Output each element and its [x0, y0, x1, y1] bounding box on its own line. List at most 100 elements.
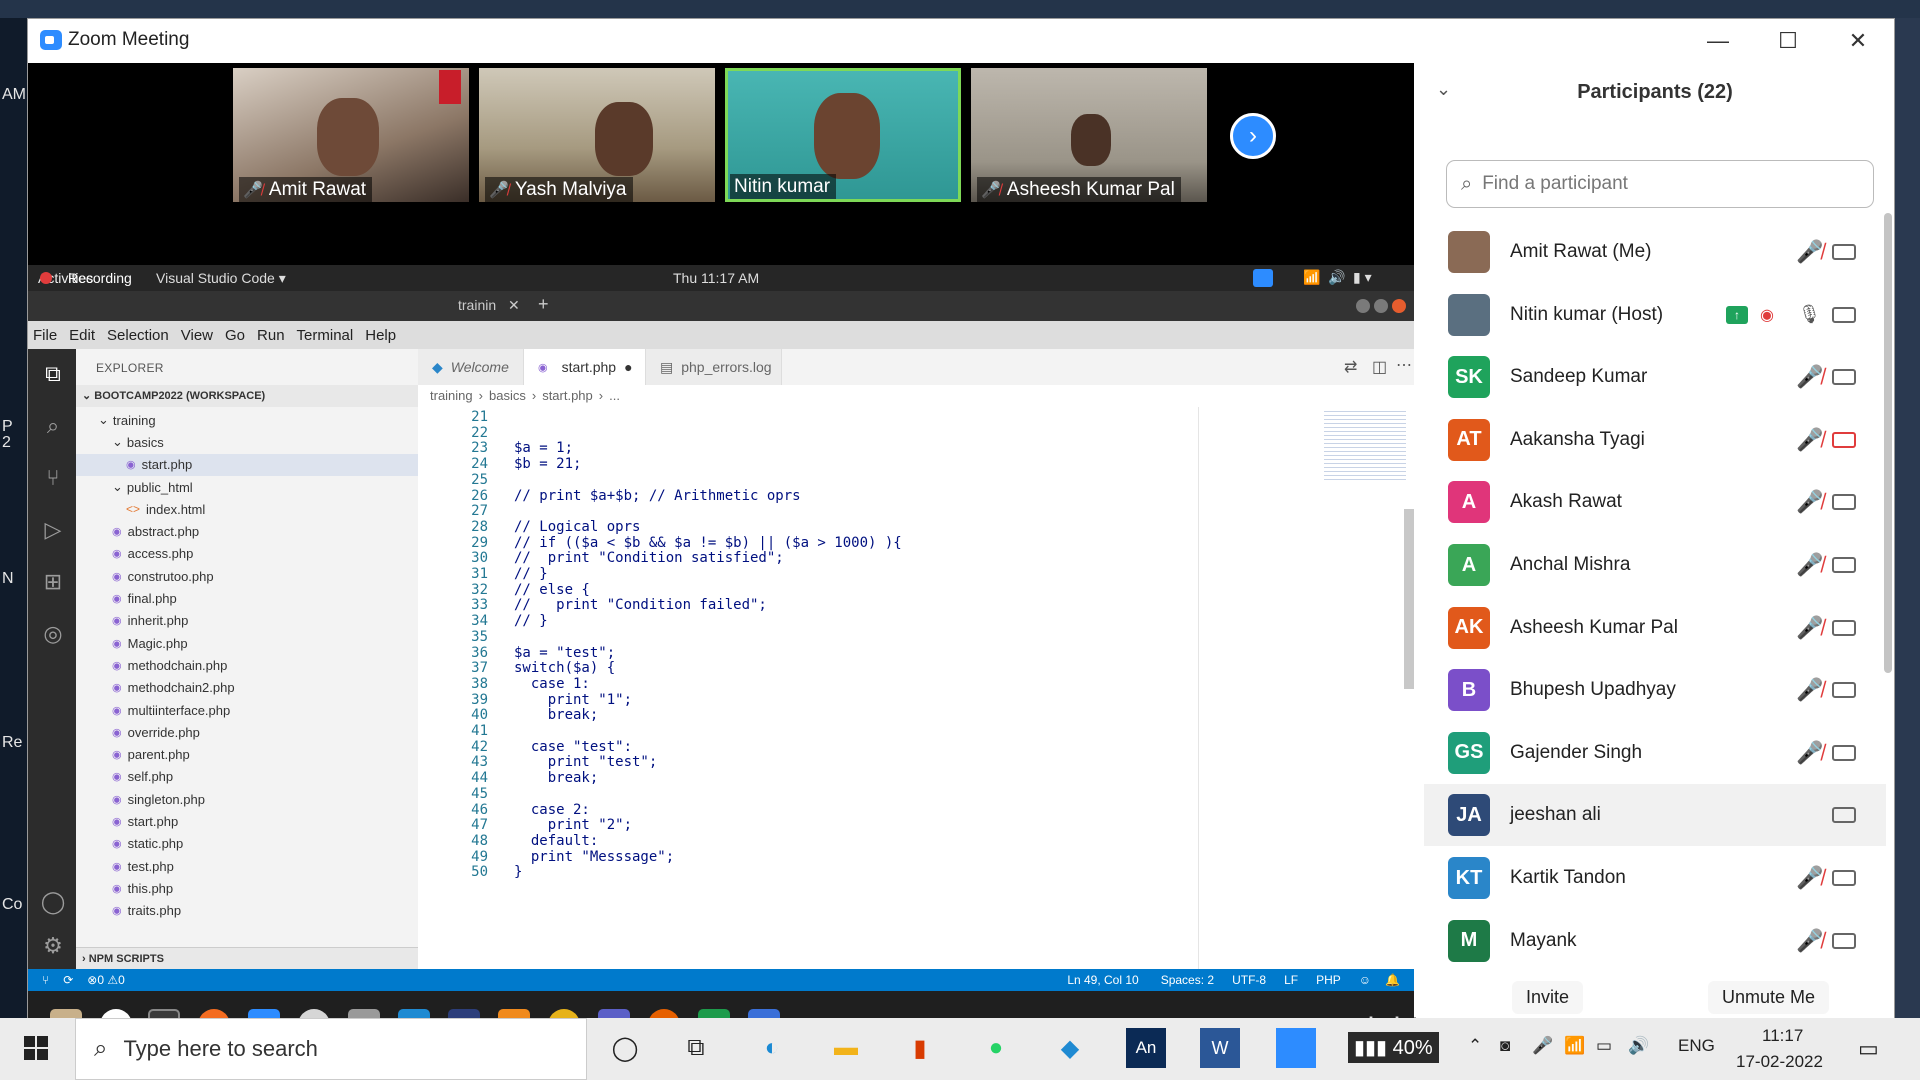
remote-status-icon[interactable]: ⑂: [42, 973, 49, 987]
account-icon[interactable]: ◯: [40, 889, 66, 915]
participant-row[interactable]: M Mayank 🎤̸: [1424, 910, 1886, 972]
participant-search[interactable]: ⌕: [1446, 160, 1874, 208]
tree-file[interactable]: ◉ self.php: [76, 766, 418, 788]
whatsapp-icon[interactable]: ●: [976, 1028, 1016, 1068]
tree-file[interactable]: ◉ parent.php: [76, 743, 418, 765]
breadcrumb-item[interactable]: start.php: [542, 388, 593, 404]
participant-row[interactable]: A Akash Rawat 🎤̸: [1424, 471, 1886, 533]
video-tile[interactable]: 🎤̸ Amit Rawat: [233, 68, 469, 202]
extensions-icon[interactable]: ⊞: [40, 569, 66, 595]
menu-run[interactable]: Run: [257, 327, 285, 344]
mic-muted-icon[interactable]: 🎤̸: [1796, 740, 1823, 766]
video-icon[interactable]: [1832, 932, 1856, 949]
next-page-button[interactable]: ›: [1230, 113, 1276, 159]
video-icon[interactable]: [1832, 807, 1856, 824]
participant-row[interactable]: GS Gajender Singh 🎤̸: [1424, 722, 1886, 784]
video-off-icon[interactable]: [1832, 431, 1856, 448]
tab-welcome[interactable]: ◆ Welcome: [418, 349, 524, 385]
minimize-button[interactable]: —: [1683, 19, 1753, 63]
mic-muted-icon[interactable]: 🎤̸: [1796, 928, 1823, 954]
notifications-icon[interactable]: 🔔: [1385, 973, 1400, 987]
editor-scrollbar[interactable]: [1404, 509, 1414, 689]
participant-scrollbar[interactable]: [1884, 213, 1892, 673]
participant-row[interactable]: AK Asheesh Kumar Pal 🎤̸: [1424, 597, 1886, 659]
file-explorer-icon[interactable]: ▬: [826, 1028, 866, 1068]
tree-file[interactable]: ◉ start.php: [76, 810, 418, 832]
menu-help[interactable]: Help: [365, 327, 396, 344]
menu-edit[interactable]: Edit: [69, 327, 95, 344]
menu-terminal[interactable]: Terminal: [297, 327, 354, 344]
mic-muted-icon[interactable]: 🎤̸: [1796, 677, 1823, 703]
maximize-button[interactable]: ☐: [1753, 19, 1823, 63]
breadcrumb-item[interactable]: training: [430, 388, 473, 404]
tree-file[interactable]: ◉ multiinterface.php: [76, 699, 418, 721]
taskbar-search[interactable]: ⌕ Type here to search: [75, 1018, 587, 1080]
tray-chevron-icon[interactable]: ⌃: [1468, 1036, 1482, 1056]
video-icon[interactable]: [1832, 744, 1856, 761]
video-icon[interactable]: [1832, 557, 1856, 573]
tree-folder[interactable]: ⌄ public_html: [76, 476, 418, 498]
clock-date[interactable]: 17-02-2022: [1736, 1052, 1823, 1072]
mic-muted-icon[interactable]: 🎤̸: [1796, 364, 1823, 390]
indentation[interactable]: Spaces: 2: [1161, 973, 1214, 987]
tray-wifi-icon[interactable]: 📶: [1564, 1036, 1585, 1056]
language-indicator[interactable]: ENG: [1678, 1036, 1715, 1056]
tree-file[interactable]: <> index.html: [76, 498, 418, 520]
participant-row[interactable]: AT Aakansha Tyagi 🎤̸: [1424, 409, 1886, 471]
video-tile[interactable]: 🎤̸ Asheesh Kumar Pal: [971, 68, 1207, 202]
settings-gear-icon[interactable]: ⚙: [40, 933, 66, 959]
video-icon[interactable]: [1832, 682, 1856, 699]
tree-file[interactable]: ◉ final.php: [76, 587, 418, 609]
line-ending[interactable]: LF: [1284, 973, 1298, 987]
source-control-icon[interactable]: ⑂: [40, 465, 66, 491]
video-icon[interactable]: [1832, 870, 1856, 886]
mic-muted-icon[interactable]: 🎤̸: [1796, 552, 1823, 578]
tree-file[interactable]: ◉ methodchain2.php: [76, 677, 418, 699]
more-actions-icon[interactable]: ⋯: [1396, 355, 1412, 375]
problems-count[interactable]: ⊗0 ⚠0: [87, 973, 125, 987]
menu-selection[interactable]: Selection: [107, 327, 169, 344]
participant-row[interactable]: A Anchal Mishra 🎤̸: [1424, 534, 1886, 596]
clock-time[interactable]: 11:17: [1762, 1026, 1803, 1046]
mic-muted-icon[interactable]: 🎤̸: [1796, 239, 1823, 265]
tray-battery-icon[interactable]: ▭: [1596, 1036, 1612, 1056]
video-icon[interactable]: [1832, 244, 1856, 260]
tree-file[interactable]: ◉ traits.php: [76, 900, 418, 922]
tree-file[interactable]: ◉ static.php: [76, 833, 418, 855]
battery-indicator[interactable]: ▮▮▮ 40%: [1348, 1032, 1439, 1063]
tray-volume-icon[interactable]: 🔊: [1628, 1036, 1649, 1056]
video-icon[interactable]: [1832, 619, 1856, 636]
mic-muted-icon[interactable]: 🎤̸: [1796, 865, 1823, 891]
tree-file[interactable]: ◉ methodchain.php: [76, 654, 418, 676]
cursor-position[interactable]: Ln 49, Col 10: [1067, 973, 1138, 987]
windows-start-icon[interactable]: [24, 1036, 48, 1060]
mic-icon[interactable]: 🎙: [1798, 304, 1821, 325]
code-editor[interactable]: 21 22 23 $a = 1; 24 $b = 21; 25 26 // print $a+$…: [418, 407, 1198, 969]
participant-row[interactable]: B Bhupesh Upadhyay 🎤̸: [1424, 659, 1886, 721]
video-tile-active-speaker[interactable]: Nitin kumar: [725, 68, 961, 202]
close-button[interactable]: ✕: [1823, 19, 1893, 63]
cortana-icon[interactable]: ◯: [605, 1028, 645, 1068]
participant-search-input[interactable]: [1482, 173, 1843, 195]
tree-file[interactable]: ◉ abstract.php: [76, 520, 418, 542]
mic-muted-icon[interactable]: 🎤̸: [1796, 615, 1823, 641]
participant-row[interactable]: KT Kartik Tandon 🎤̸: [1424, 847, 1886, 909]
encoding[interactable]: UTF-8: [1232, 973, 1266, 987]
video-icon[interactable]: [1832, 494, 1856, 511]
compare-icon[interactable]: ⇄: [1344, 357, 1357, 377]
notifications-icon[interactable]: ▭: [1858, 1036, 1879, 1062]
video-icon[interactable]: [1832, 369, 1856, 386]
tree-file[interactable]: ◉ construtoo.php: [76, 565, 418, 587]
tree-file[interactable]: ◉ access.php: [76, 543, 418, 565]
tab-php-errors-log[interactable]: ▤ php_errors.log: [646, 349, 782, 385]
tab-start-php[interactable]: ◉ start.php ●: [524, 349, 646, 385]
tray-camera-icon[interactable]: ◙: [1500, 1036, 1510, 1056]
tree-folder[interactable]: ⌄ basics: [76, 431, 418, 453]
animate-icon[interactable]: An: [1126, 1028, 1166, 1068]
participant-row[interactable]: JA jeeshan ali: [1424, 784, 1886, 847]
participant-row[interactable]: SK Sandeep Kumar 🎤̸: [1424, 346, 1886, 408]
npm-scripts-header[interactable]: › NPM SCRIPTS: [76, 947, 418, 969]
zoom-taskbar-icon[interactable]: [1276, 1028, 1316, 1068]
workspace-header[interactable]: ⌄ BOOTCAMP2022 (WORKSPACE): [76, 385, 418, 407]
office-icon[interactable]: ▮: [900, 1028, 940, 1068]
